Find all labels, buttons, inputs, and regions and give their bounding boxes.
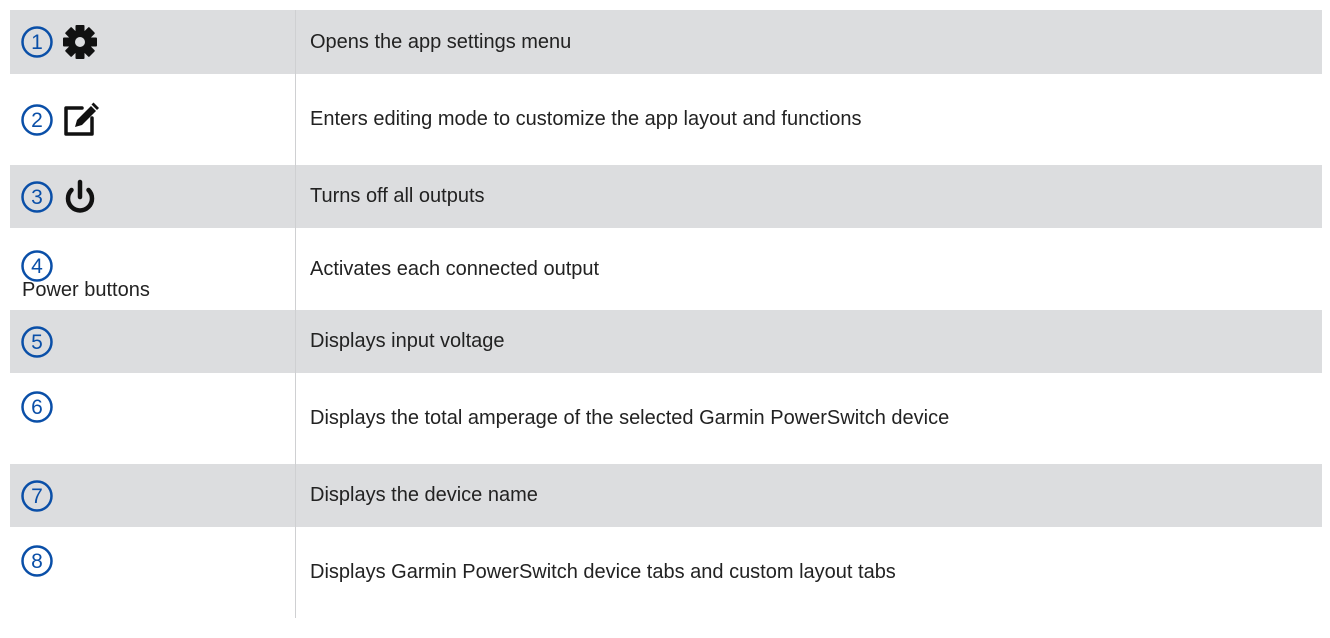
table-row: 6 Displays the total amperage of the sel… xyxy=(10,373,1322,464)
svg-text:6: 6 xyxy=(31,396,43,419)
callout-number-6: 6 xyxy=(20,390,54,424)
table-row: 2 Enters editing mode to customize the a… xyxy=(10,74,1322,165)
callout-number-4: 4 xyxy=(20,249,54,283)
callout-legend-table: 1 Opens the app settings menu 2 Enters e… xyxy=(10,10,1322,618)
key-cell: 6 xyxy=(10,373,296,464)
callout-number-3: 3 xyxy=(20,180,54,214)
svg-text:2: 2 xyxy=(31,109,43,132)
svg-text:7: 7 xyxy=(31,485,43,508)
table-row: 3 Turns off all outputs xyxy=(10,165,1322,228)
key-cell: 2 xyxy=(10,74,296,165)
svg-text:4: 4 xyxy=(31,255,43,278)
key-cell: 3 xyxy=(10,165,296,228)
table-row: 1 Opens the app settings menu xyxy=(10,10,1322,74)
svg-text:5: 5 xyxy=(31,331,43,354)
description-cell: Displays the total amperage of the selec… xyxy=(310,407,950,429)
svg-text:8: 8 xyxy=(31,550,43,573)
power-icon xyxy=(60,177,100,217)
description-cell: Displays the device name xyxy=(310,484,538,506)
power-buttons-label: Power buttons xyxy=(22,279,150,301)
table-row: 7 Displays the device name xyxy=(10,464,1322,527)
key-cell: 7 xyxy=(10,464,296,527)
key-cell: 1 xyxy=(10,10,296,74)
description-cell: Opens the app settings menu xyxy=(310,30,572,53)
callout-number-2: 2 xyxy=(20,103,54,137)
description-cell: Displays Garmin PowerSwitch device tabs … xyxy=(310,561,896,583)
callout-number-8: 8 xyxy=(20,544,54,578)
callout-number-7: 7 xyxy=(20,479,54,513)
description-cell: Turns off all outputs xyxy=(310,185,485,207)
gear-icon xyxy=(60,22,100,62)
key-cell: 4 Power buttons xyxy=(10,228,296,310)
svg-text:1: 1 xyxy=(31,31,43,54)
key-cell: 8 xyxy=(10,527,296,618)
table-row: 5 Displays input voltage xyxy=(10,310,1322,373)
table-row: 8 Displays Garmin PowerSwitch device tab… xyxy=(10,527,1322,618)
callout-number-5: 5 xyxy=(20,325,54,359)
description-cell: Enters editing mode to customize the app… xyxy=(310,108,862,130)
svg-text:3: 3 xyxy=(31,186,43,209)
table-row: 4 Power buttons Activates each connected… xyxy=(10,228,1322,310)
description-cell: Displays input voltage xyxy=(310,330,505,352)
description-cell: Activates each connected output xyxy=(310,257,600,280)
edit-icon xyxy=(60,100,100,140)
callout-number-1: 1 xyxy=(20,25,54,59)
key-cell: 5 xyxy=(10,310,296,373)
